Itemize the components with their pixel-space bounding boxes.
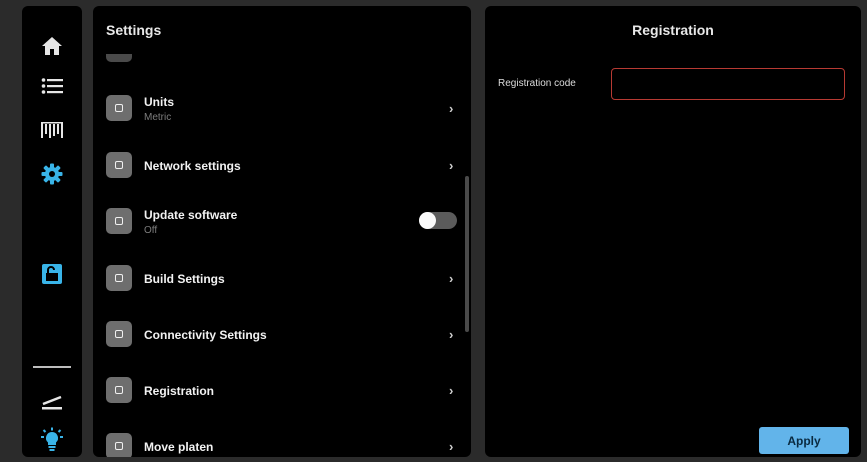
settings-item-title: Registration [144, 384, 215, 398]
level-icon [42, 395, 62, 410]
registration-panel: Registration Registration code Apply [485, 6, 861, 457]
square-icon [106, 152, 132, 178]
nav-unlock-button[interactable] [22, 256, 82, 292]
registration-code-label: Registration code [498, 78, 576, 89]
nav-rail [22, 6, 82, 457]
chevron-right-icon: › [449, 271, 454, 286]
settings-title: Settings [106, 22, 162, 38]
settings-item-move-platen[interactable]: Move platen › [93, 420, 465, 457]
square-icon [106, 321, 132, 347]
list-item-partial [106, 54, 132, 62]
square-icon [106, 265, 132, 291]
settings-item-build-settings[interactable]: Build Settings › [93, 252, 465, 308]
rail-divider [33, 366, 71, 368]
chevron-right-icon: › [449, 101, 454, 116]
settings-scrollbar[interactable] [465, 176, 469, 332]
lightbulb-icon [41, 427, 63, 451]
apply-button[interactable]: Apply [759, 427, 849, 454]
toggle-knob [419, 212, 436, 229]
list-icon [41, 78, 63, 94]
print-jobs-icon [41, 122, 63, 138]
settings-item-registration[interactable]: Registration › [93, 364, 465, 420]
nav-level-button[interactable] [22, 384, 82, 420]
settings-item-subtitle: Metric [144, 112, 172, 123]
chevron-right-icon: › [449, 327, 454, 342]
chevron-right-icon: › [449, 439, 454, 454]
chevron-right-icon: › [449, 158, 454, 173]
chevron-right-icon: › [449, 383, 454, 398]
nav-print-jobs-button[interactable] [22, 112, 82, 148]
square-icon [106, 208, 132, 234]
settings-item-title: Units [144, 95, 174, 109]
update-software-toggle[interactable] [419, 212, 457, 229]
unlock-icon [42, 264, 62, 284]
settings-item-network-settings[interactable]: Network settings › [93, 139, 465, 195]
settings-item-title: Update software [144, 208, 238, 222]
square-icon [106, 95, 132, 121]
settings-item-subtitle: Off [144, 225, 158, 236]
settings-item-title: Move platen [144, 440, 214, 454]
settings-item-title: Connectivity Settings [144, 328, 267, 342]
registration-title: Registration [632, 22, 714, 38]
settings-item-title: Network settings [144, 159, 241, 173]
settings-item-connectivity-settings[interactable]: Connectivity Settings › [93, 308, 465, 364]
nav-list-button[interactable] [22, 68, 82, 104]
settings-panel: Settings Units Metric › Network settings… [93, 6, 471, 457]
home-icon [42, 37, 62, 55]
square-icon [106, 377, 132, 403]
settings-item-units[interactable]: Units Metric › [93, 82, 465, 138]
registration-code-input[interactable] [611, 68, 845, 100]
nav-home-button[interactable] [22, 28, 82, 64]
nav-light-button[interactable] [22, 422, 82, 458]
settings-item-title: Build Settings [144, 272, 225, 286]
nav-settings-button[interactable] [22, 156, 82, 192]
square-icon [106, 433, 132, 457]
settings-item-update-software[interactable]: Update software Off [93, 195, 465, 251]
gear-icon [41, 163, 63, 185]
